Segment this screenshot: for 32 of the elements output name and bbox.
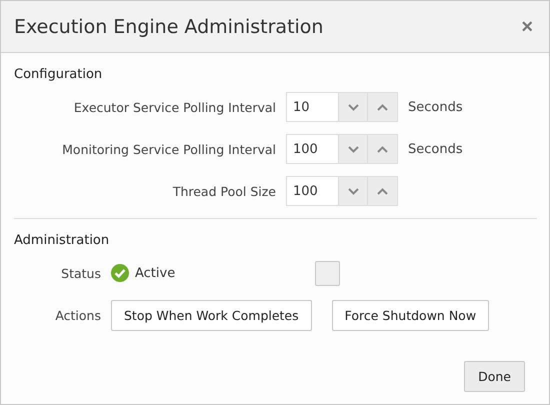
chevron-up-icon [377,188,388,194]
action-button[interactable]: Force Shutdown Now [332,300,490,331]
action-button[interactable]: Stop When Work Completes [111,300,312,331]
chevron-up-icon [377,104,388,110]
actions-label: Actions [54,308,102,323]
field-label: Executor Service Polling Interval [72,100,277,114]
section-heading: Administration [14,233,110,248]
empty-button[interactable] [315,260,340,286]
number-field[interactable]: 10 [286,92,338,122]
section-heading: Configuration [14,67,102,82]
close-button[interactable]: × [517,16,537,36]
decrement-button[interactable] [338,176,368,206]
increment-button[interactable] [368,134,398,164]
status-label: Status [60,266,102,280]
increment-button[interactable] [368,92,398,122]
chevron-down-icon [348,146,358,152]
chevron-up-icon [377,146,388,152]
chevron-down-icon [348,188,358,194]
number-field[interactable]: 100 [286,134,338,164]
decrement-button[interactable] [338,92,368,122]
field-label: Monitoring Service Polling Interval [61,142,277,156]
window-title: Execution Engine Administration [14,16,324,38]
field-label: Thread Pool Size [172,184,277,198]
decrement-button[interactable] [338,134,368,164]
unit-label: Seconds [408,100,463,114]
status-value: Active [135,266,176,280]
check-circle-icon [111,264,129,282]
done-button[interactable]: Done [464,361,525,392]
number-field[interactable]: 100 [286,176,338,206]
chevron-down-icon [348,104,358,110]
increment-button[interactable] [368,176,398,206]
unit-label: Seconds [408,142,463,156]
